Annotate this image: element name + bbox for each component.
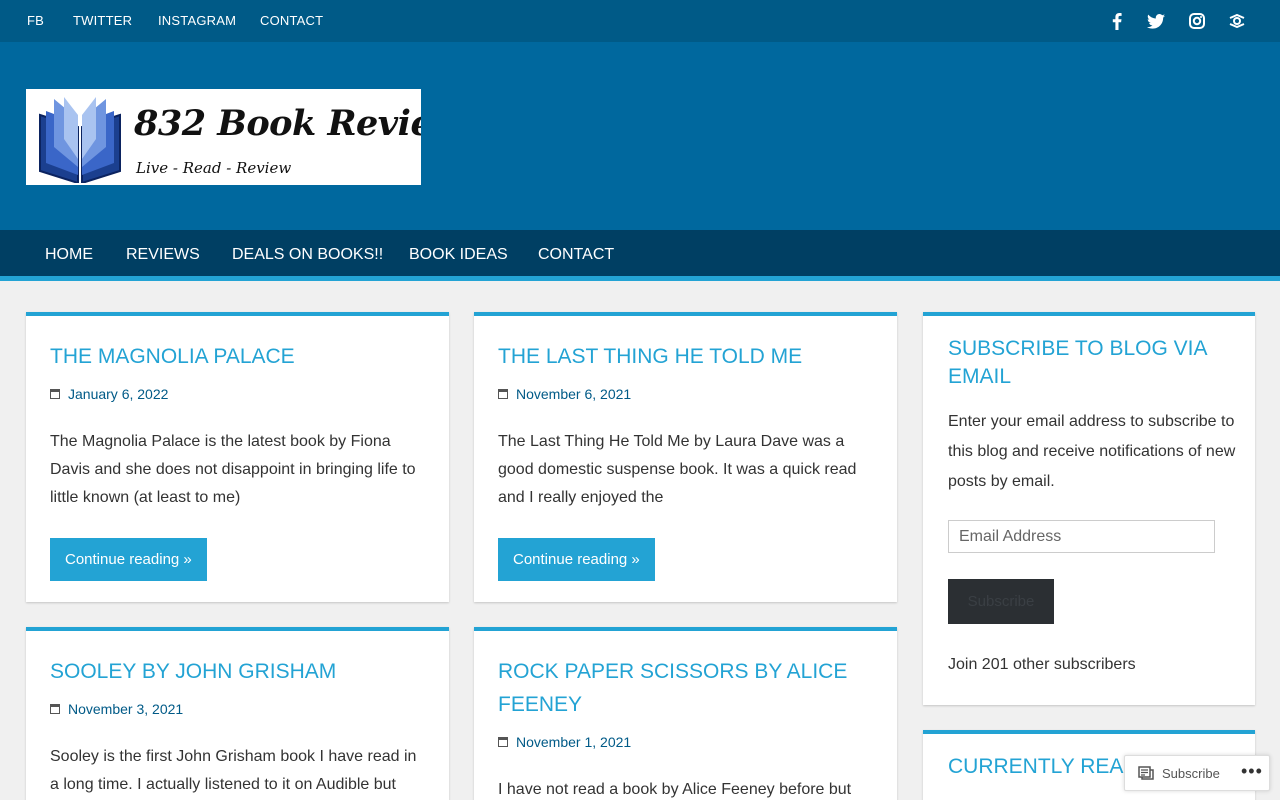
topnav-instagram[interactable]: INSTAGRAM xyxy=(158,13,236,28)
post-meta: November 1, 2021 xyxy=(498,734,631,750)
reader-icon xyxy=(1138,766,1154,780)
post-excerpt: Sooley is the first John Grisham book I … xyxy=(50,748,417,793)
post-excerpt: I have not read a book by Alice Feeney b… xyxy=(498,781,852,798)
book-logo-icon xyxy=(39,97,121,183)
facebook-icon[interactable] xyxy=(1107,11,1127,31)
goodreads-icon[interactable] xyxy=(1227,11,1247,31)
post-meta: January 6, 2022 xyxy=(50,386,168,402)
follow-bar: Subscribe ••• xyxy=(1124,755,1270,791)
calendar-icon xyxy=(50,704,60,714)
widget-title: SUBSCRIBE TO BLOG VIA EMAIL xyxy=(948,337,1207,388)
calendar-icon xyxy=(498,389,508,399)
topnav-contact[interactable]: CONTACT xyxy=(260,13,323,28)
nav-book-ideas[interactable]: BOOK IDEAS xyxy=(409,246,508,264)
nav-deals-on-books[interactable]: DEALS ON BOOKS!! xyxy=(232,246,383,264)
site-header: 832 Book Review Live - Read - Review xyxy=(0,42,1280,230)
more-options-icon[interactable]: ••• xyxy=(1241,761,1263,782)
email-input[interactable] xyxy=(948,520,1215,553)
logo-title: 832 Book Review xyxy=(134,103,421,144)
subscribe-widget: SUBSCRIBE TO BLOG VIA EMAIL Enter your e… xyxy=(923,312,1255,705)
topnav-twitter[interactable]: TWITTER xyxy=(73,13,132,28)
post-title[interactable]: THE MAGNOLIA PALACE xyxy=(50,340,430,373)
continue-reading-button[interactable]: Continue reading » xyxy=(498,538,655,581)
logo-tagline: Live - Read - Review xyxy=(136,159,292,177)
post-meta: November 6, 2021 xyxy=(498,386,631,402)
twitter-icon[interactable] xyxy=(1146,11,1166,31)
top-bar: FB TWITTER INSTAGRAM CONTACT xyxy=(0,0,1280,42)
post-card: ROCK PAPER SCISSORS BY ALICE FEENEY Nove… xyxy=(474,627,897,800)
post-card: SOOLEY BY JOHN GRISHAM November 3, 2021 … xyxy=(26,627,449,800)
subscriber-count: Join 201 other subscribers xyxy=(948,656,1136,673)
post-excerpt: The Last Thing He Told Me by Laura Dave … xyxy=(498,433,857,506)
post-card: THE LAST THING HE TOLD ME November 6, 20… xyxy=(474,312,897,602)
calendar-icon xyxy=(50,389,60,399)
post-date[interactable]: November 6, 2021 xyxy=(516,386,631,402)
post-card: THE MAGNOLIA PALACE January 6, 2022 The … xyxy=(26,312,449,602)
nav-home[interactable]: HOME xyxy=(45,246,93,264)
post-title[interactable]: SOOLEY BY JOHN GRISHAM xyxy=(50,655,430,688)
post-date[interactable]: November 1, 2021 xyxy=(516,734,631,750)
site-logo[interactable]: 832 Book Review Live - Read - Review xyxy=(26,89,421,185)
main-navigation: HOME REVIEWS DEALS ON BOOKS!! BOOK IDEAS… xyxy=(0,230,1280,281)
instagram-icon[interactable] xyxy=(1187,11,1207,31)
post-date[interactable]: January 6, 2022 xyxy=(68,386,168,402)
calendar-icon xyxy=(498,737,508,747)
post-title[interactable]: ROCK PAPER SCISSORS BY ALICE FEENEY xyxy=(498,655,858,721)
topnav-fb[interactable]: FB xyxy=(27,13,44,28)
post-title[interactable]: THE LAST THING HE TOLD ME xyxy=(498,340,878,373)
subscribe-button[interactable]: Subscribe xyxy=(948,579,1054,624)
continue-reading-button[interactable]: Continue reading » xyxy=(50,538,207,581)
nav-reviews[interactable]: REVIEWS xyxy=(126,246,200,264)
follow-subscribe-button[interactable]: Subscribe xyxy=(1162,766,1220,781)
post-meta: November 3, 2021 xyxy=(50,701,183,717)
nav-contact[interactable]: CONTACT xyxy=(538,246,614,264)
post-date[interactable]: November 3, 2021 xyxy=(68,701,183,717)
post-excerpt: The Magnolia Palace is the latest book b… xyxy=(50,433,416,506)
subscribe-description: Enter your email address to subscribe to… xyxy=(948,413,1236,490)
